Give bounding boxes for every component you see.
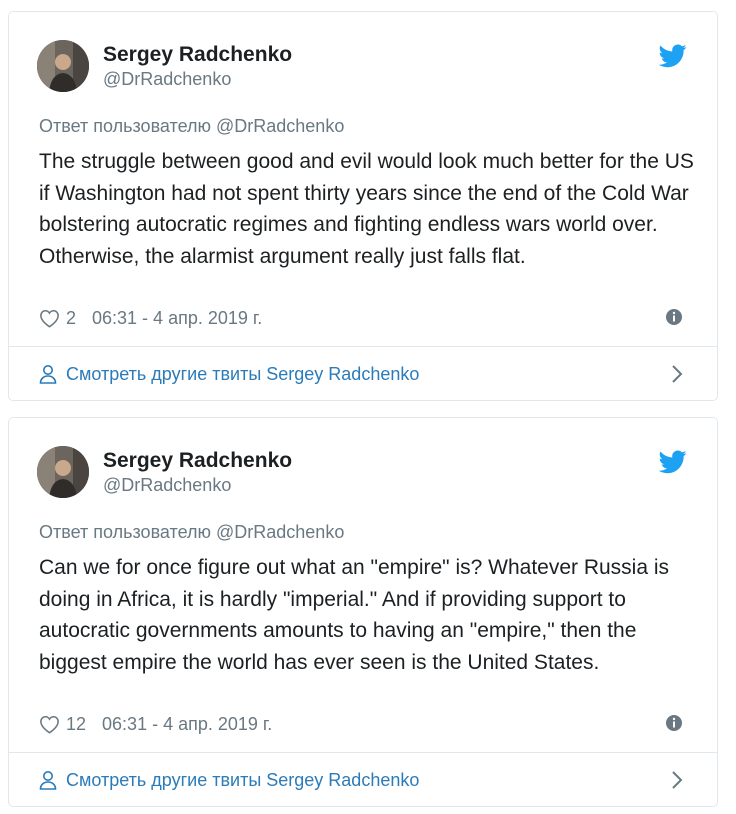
person-icon: [39, 771, 57, 790]
chevron-right-icon[interactable]: [671, 770, 683, 790]
info-icon[interactable]: [665, 308, 683, 326]
author-handle[interactable]: @DrRadchenko: [103, 69, 231, 90]
tweet-meta: 12 06:31 - 4 апр. 2019 г.: [39, 712, 272, 736]
info-icon[interactable]: [665, 714, 683, 732]
tweet-card: Sergey Radchenko @DrRadchenko Ответ поль…: [8, 417, 718, 807]
divider: [9, 752, 717, 753]
like-count[interactable]: 12: [66, 714, 86, 735]
heart-icon[interactable]: [39, 309, 60, 328]
view-more-label[interactable]: Смотреть другие твиты Sergey Radchenko: [66, 770, 419, 791]
tweet-header: Sergey Radchenko @DrRadchenko: [37, 40, 689, 94]
tweet-text: The struggle between good and evil would…: [39, 150, 694, 268]
author-name[interactable]: Sergey Radchenko: [103, 43, 292, 67]
reply-context[interactable]: Ответ пользователю @DrRadchenko: [39, 116, 344, 137]
twitter-bird-icon[interactable]: [659, 450, 687, 474]
tweet-card: Sergey Radchenko @DrRadchenko Ответ поль…: [8, 11, 718, 401]
person-icon: [39, 365, 57, 384]
view-more-tweets-link[interactable]: Смотреть другие твиты Sergey Radchenko: [39, 766, 419, 794]
divider: [9, 346, 717, 347]
timestamp[interactable]: 06:31 - 4 апр. 2019 г.: [102, 714, 272, 735]
avatar[interactable]: [37, 446, 89, 498]
timestamp[interactable]: 06:31 - 4 апр. 2019 г.: [92, 308, 262, 329]
author-handle[interactable]: @DrRadchenko: [103, 475, 231, 496]
avatar[interactable]: [37, 40, 89, 92]
tweet-meta: 2 06:31 - 4 апр. 2019 г.: [39, 306, 262, 330]
tweet-text: Can we for once figure out what an "empi…: [39, 556, 670, 674]
reply-context[interactable]: Ответ пользователю @DrRadchenko: [39, 522, 344, 543]
heart-icon[interactable]: [39, 715, 60, 734]
chevron-right-icon[interactable]: [671, 364, 683, 384]
view-more-label[interactable]: Смотреть другие твиты Sergey Radchenko: [66, 364, 419, 385]
like-count[interactable]: 2: [66, 308, 76, 329]
twitter-bird-icon[interactable]: [659, 44, 687, 68]
view-more-tweets-link[interactable]: Смотреть другие твиты Sergey Radchenko: [39, 360, 419, 388]
author-name[interactable]: Sergey Radchenko: [103, 449, 292, 473]
tweet-header: Sergey Radchenko @DrRadchenko: [37, 446, 689, 500]
